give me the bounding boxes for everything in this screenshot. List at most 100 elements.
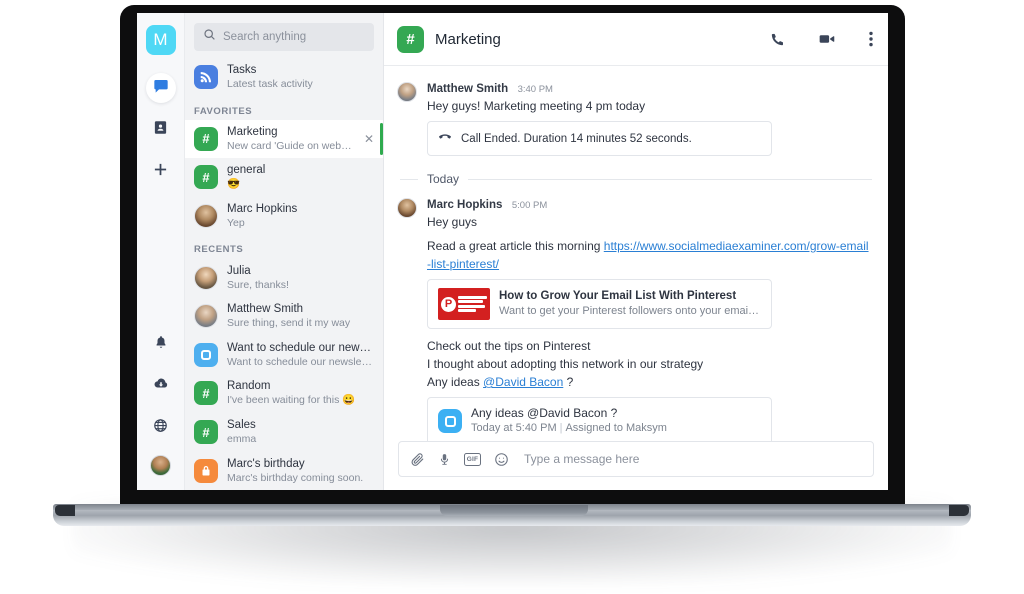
sidebar-item-marcs-birthday[interactable]: Marc's birthday Marc's birthday coming s… [185,451,383,490]
sidebar: Tasks Latest task activity FAVORITES # M… [185,13,384,490]
message-body: Matthew Smith 3:40 PM Hey guys! Marketin… [427,80,872,160]
rail-item-network[interactable] [146,413,176,443]
pinterest-thumbnail: P [438,288,490,320]
sidebar-item-marketing[interactable]: # Marketing New card 'Guide on website o… [185,119,383,159]
sidebar-item-marc-hopkins[interactable]: Marc Hopkins Yep [185,197,383,236]
app-screen: M Search anything Tasks Latest task acti… [137,13,888,490]
message-time: 5:00 PM [511,200,548,211]
task-card[interactable]: Any ideas @David Bacon ? Today at 5:40 P… [427,397,772,441]
task-card-text: Any ideas @David Bacon ? Today at 5:40 P… [471,406,761,436]
divider-line-right [468,178,872,180]
message-text-line4: I thought about adopting this network in… [427,357,704,371]
sidebar-item-subtitle: Sure, thanks! [227,278,289,291]
thumbnail-text-lines [458,295,487,313]
rail-item-chats[interactable] [145,73,176,103]
rail-item-downloads[interactable] [146,371,176,401]
sidebar-item-title: Julia [227,264,251,277]
message-item: Marc Hopkins 5:00 PM Hey guys Read a gre… [384,192,888,441]
section-label-recents: RECENTS [194,244,244,256]
attachment-icon[interactable] [410,452,425,467]
chat-icon [153,78,169,99]
chat-message-list: Matthew Smith 3:40 PM Hey guys! Marketin… [384,66,888,441]
laptop-base-notch [440,505,588,516]
avatar [194,204,218,229]
sidebar-item-text: Marketing New card 'Guide on website o… [227,125,352,153]
sidebar-item-title: Want to schedule our newsl… [227,341,374,354]
sidebar-item-sales[interactable]: # Sales emma [185,413,383,452]
sidebar-item-title: Matthew Smith [227,303,304,316]
chat-panel: # Marketing Matthew Smith 3:40 PM Hey gu… [384,13,888,490]
search-input[interactable] [223,31,365,43]
sidebar-item-text: Marc's birthday Marc's birthday coming s… [227,457,374,485]
message-meta: Matthew Smith 3:40 PM [427,80,872,97]
left-icon-rail: M [137,13,185,490]
user-avatar[interactable] [150,455,171,476]
mention-david-bacon[interactable]: @David Bacon [483,375,563,389]
divider-line-left [400,178,418,180]
sidebar-item-matthew-smith[interactable]: Matthew Smith Sure thing, send it my way [185,297,383,336]
sidebar-item-tasks[interactable]: Tasks Latest task activity [185,58,383,97]
link-preview-card[interactable]: P How to Grow Your Email List With Pinte… [427,279,772,329]
link-preview-subtitle: Want to get your Pinterest followers ont… [499,305,761,317]
rail-item-add[interactable] [146,157,176,187]
message-item: Matthew Smith 3:40 PM Hey guys! Marketin… [384,76,888,164]
sidebar-item-subtitle: Yep [227,217,245,230]
microphone-icon[interactable] [438,452,451,467]
day-divider-label: Today [427,172,460,186]
sidebar-item-title: Marketing [227,125,278,138]
sidebar-item-random[interactable]: # Random I've been waiting for this 😀 [185,374,383,413]
task-icon [194,342,218,367]
hash-icon: # [194,420,218,445]
message-text-suffix: ? [563,375,574,389]
sidebar-item-text: Tasks Latest task activity [227,63,374,91]
sidebar-item-title: general [227,164,266,177]
rss-feed-icon [194,65,218,90]
sidebar-item-julia[interactable]: Julia Sure, thanks! [185,258,383,297]
search-icon [203,28,216,46]
sidebar-item-subtitle: New card 'Guide on website o… [227,139,352,152]
app-logo[interactable]: M [145,25,176,55]
day-divider: Today [384,164,888,192]
close-icon[interactable]: ✕ [361,132,374,146]
cloud-download-icon [153,376,169,397]
message-text-prefix: Any ideas [427,375,484,389]
message-body: Marc Hopkins 5:00 PM Hey guys Read a gre… [427,196,872,441]
call-ended-icon [438,129,452,148]
phone-call-icon[interactable] [770,32,785,47]
message-text-line3: Check out the tips on Pinterest [427,339,591,353]
rail-item-contacts[interactable] [146,115,176,145]
link-preview-title: How to Grow Your Email List With Pintere… [499,290,737,302]
sidebar-item-newsletter[interactable]: Want to schedule our newsl… Want to sche… [185,336,383,375]
contacts-icon [153,120,168,140]
sidebar-item-title: Marc's birthday [227,457,305,470]
emoji-icon[interactable] [494,452,509,467]
gif-icon[interactable]: GIF [464,452,481,466]
sidebar-item-text: Sales emma [227,418,374,446]
sidebar-item-subtitle: emma [227,433,257,446]
search-box[interactable] [194,23,374,51]
task-card-assignee: Assigned to Maksym [565,422,667,434]
message-text-prefix: Read a great article this morning [427,239,604,253]
sidebar-item-general[interactable]: # general 😎 [185,158,383,197]
hash-icon: # [194,126,218,151]
message-input[interactable] [524,452,862,466]
avatar [194,265,218,290]
call-ended-text: Call Ended. Duration 14 minutes 52 secon… [461,132,692,145]
hash-icon: # [194,381,218,406]
sidebar-item-title: Sales [227,419,256,432]
laptop-foot-left [55,505,75,516]
more-options-icon[interactable] [869,31,873,47]
video-call-icon[interactable] [818,30,836,48]
chat-header: # Marketing [384,13,888,66]
call-ended-card[interactable]: Call Ended. Duration 14 minutes 52 secon… [427,121,772,156]
hash-icon: # [397,25,424,53]
lock-icon [194,458,218,483]
sidebar-item-title: Marc Hopkins [227,203,298,216]
laptop-mockup: M Search anything Tasks Latest task acti… [0,0,1024,594]
plus-icon [153,162,168,182]
message-composer[interactable]: GIF [398,441,874,477]
selected-indicator [380,122,383,156]
globe-icon [153,418,168,438]
rail-item-notifications[interactable] [146,329,176,359]
sidebar-item-title: Tasks [227,64,257,77]
